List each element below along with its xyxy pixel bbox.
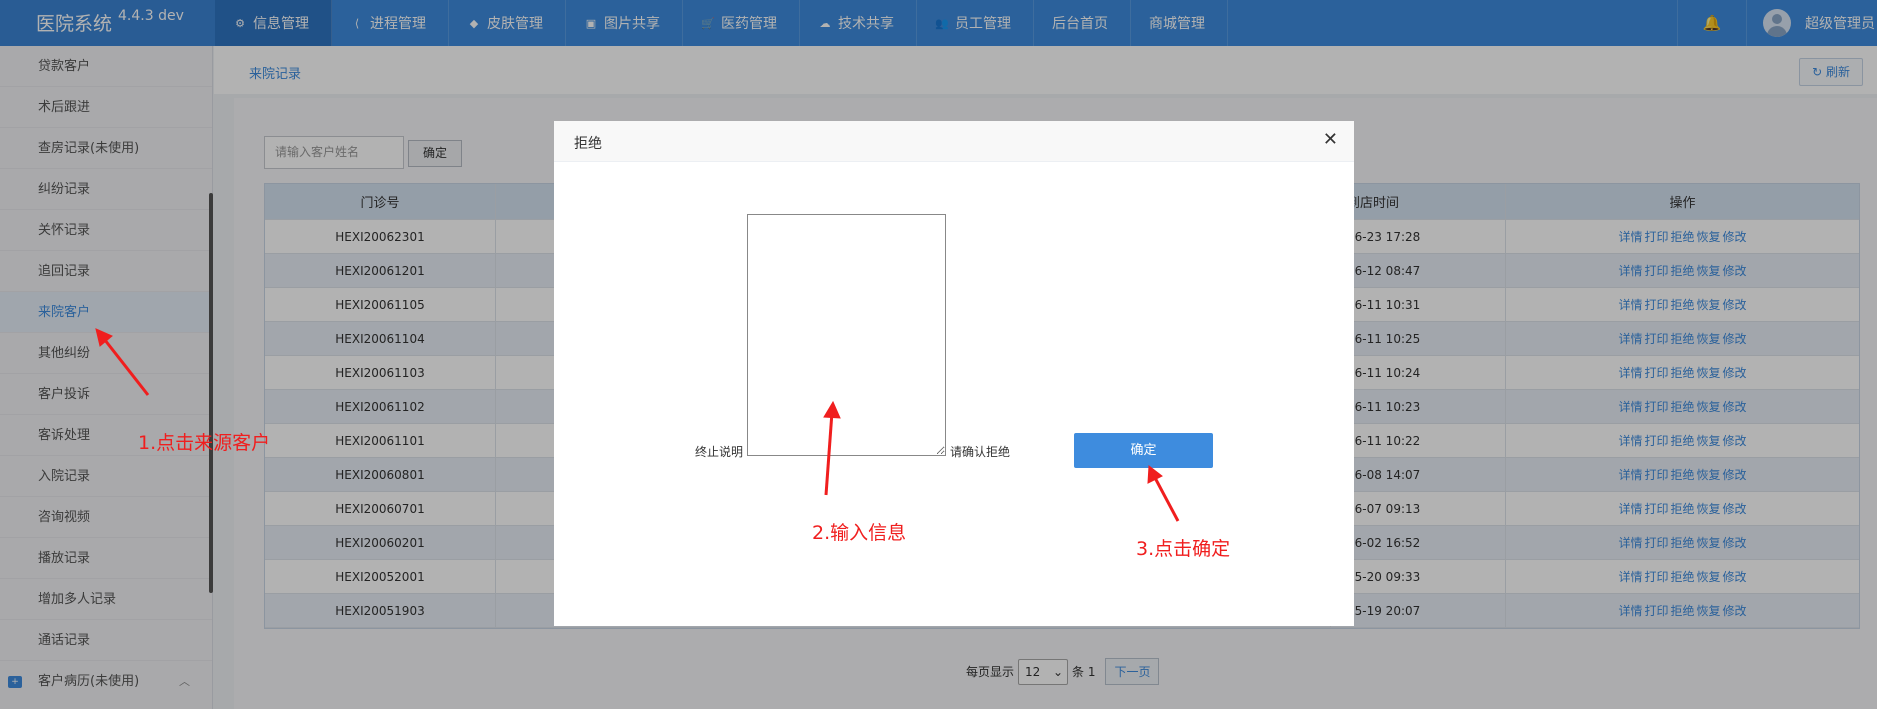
stop-reason-label: 终止说明 bbox=[695, 445, 744, 459]
close-icon[interactable]: ✕ bbox=[1323, 130, 1338, 150]
annotation-step-1: 1.点击来源客户 bbox=[138, 432, 271, 454]
dialog-title: 拒绝 bbox=[574, 136, 602, 152]
annotation-step-2: 2.输入信息 bbox=[812, 522, 907, 544]
confirm-reject-hint: 请确认拒绝 bbox=[950, 445, 1011, 459]
confirm-button[interactable]: 确定 bbox=[1074, 433, 1213, 468]
reject-reason-textarea[interactable] bbox=[747, 214, 946, 456]
reject-dialog: 拒绝 ✕ 终止说明 请确认拒绝 确定 bbox=[554, 121, 1354, 626]
dialog-header: 拒绝 ✕ bbox=[554, 121, 1354, 162]
annotation-step-3: 3.点击确定 bbox=[1136, 538, 1231, 560]
